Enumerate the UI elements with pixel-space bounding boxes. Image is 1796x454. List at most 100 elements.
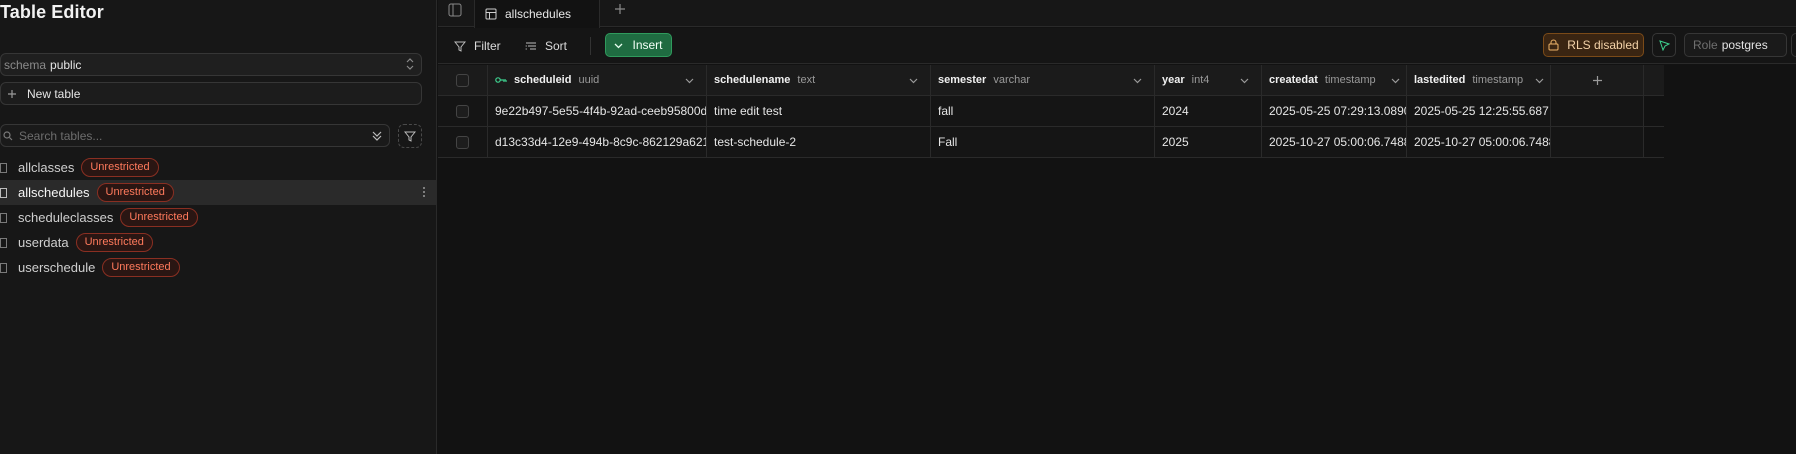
table-item-userschedule[interactable]: userschedule Unrestricted <box>0 255 436 280</box>
table-item-userdata[interactable]: userdata Unrestricted <box>0 230 436 255</box>
column-header-year[interactable]: year int4 <box>1155 65 1262 95</box>
sort-button[interactable]: Sort <box>525 36 567 56</box>
row-checkbox[interactable] <box>456 104 469 118</box>
table-name: allclasses <box>18 160 75 175</box>
unrestricted-badge: Unrestricted <box>81 158 159 177</box>
toolbar-divider <box>590 37 591 55</box>
filter-icon <box>404 131 416 142</box>
cell-createdat[interactable]: 2025-10-27 05:00:06.7488 <box>1262 127 1407 157</box>
role-select[interactable]: Role postgres <box>1684 33 1787 57</box>
table-grid-icon <box>485 8 497 20</box>
cursor-arrow-icon <box>1658 39 1670 51</box>
row-select-cell <box>438 127 488 157</box>
cell-semester[interactable]: Fall <box>931 127 1155 157</box>
column-name: year <box>1162 74 1185 86</box>
table-item-scheduleclasses[interactable]: scheduleclasses Unrestricted <box>0 205 436 230</box>
unrestricted-badge: Unrestricted <box>120 208 198 227</box>
table-row[interactable]: 9e22b497-5e55-4f4b-92ad-ceeb95800d2 time… <box>438 96 1664 127</box>
new-table-label: New table <box>27 86 81 101</box>
toolbar-overflow-button[interactable] <box>1791 33 1796 57</box>
select-all-checkbox[interactable] <box>456 73 469 87</box>
column-type: text <box>797 74 816 86</box>
chevron-down-icon[interactable] <box>685 76 694 85</box>
column-header-createdat[interactable]: createdat timestamp <box>1262 65 1407 95</box>
search-tables-input[interactable] <box>19 128 359 143</box>
grid-toolbar: Filter Sort Insert RLS disabled Role pos… <box>438 28 1796 64</box>
column-type: uuid <box>578 74 600 86</box>
chevron-up-down-icon <box>406 58 414 70</box>
sort-list-icon <box>525 42 536 50</box>
column-header-semester[interactable]: semester varchar <box>931 65 1155 95</box>
select-all-cell <box>438 65 488 95</box>
empty-cell <box>1551 127 1644 157</box>
table-item-allschedules[interactable]: allschedules Unrestricted <box>0 180 436 205</box>
cell-lastedited[interactable]: 2025-10-27 05:00:06.74885 <box>1407 127 1551 157</box>
table-list: allclasses Unrestricted allschedules Unr… <box>0 155 436 280</box>
add-column-icon <box>1592 75 1602 85</box>
add-tab-icon[interactable] <box>614 3 626 15</box>
tab-allschedules[interactable]: allschedules <box>474 0 600 28</box>
table-name: userschedule <box>18 260 96 275</box>
cell-schedulename[interactable]: test-schedule-2 <box>707 127 931 157</box>
cell-year[interactable]: 2025 <box>1155 127 1262 157</box>
row-checkbox[interactable] <box>456 135 469 149</box>
table-name: userdata <box>18 235 69 250</box>
chevrons-down-icon[interactable] <box>371 129 383 143</box>
column-name: scheduleid <box>514 74 572 86</box>
schema-value: public <box>50 57 82 72</box>
filter-tables-button[interactable] <box>398 124 422 148</box>
chevron-down-icon[interactable] <box>909 76 918 85</box>
main-panel: allschedules Filter Sort Insert RLS disa… <box>438 0 1796 454</box>
cell-schedulename[interactable]: time edit test <box>707 96 931 126</box>
new-table-button[interactable]: New table <box>0 82 422 105</box>
chevron-down-icon[interactable] <box>1391 76 1400 85</box>
filter-icon <box>454 41 466 52</box>
sidebar-title: Table Editor <box>0 2 104 22</box>
add-column-cell[interactable] <box>1551 65 1644 95</box>
table-icon <box>0 212 7 223</box>
table-item-allclasses[interactable]: allclasses Unrestricted <box>0 155 436 180</box>
cell-createdat[interactable]: 2025-05-25 07:29:13.0890 <box>1262 96 1407 126</box>
column-type: timestamp <box>1472 74 1524 86</box>
sidebar: Table Editor schema public New table Sea… <box>0 0 437 454</box>
cell-scheduleid[interactable]: 9e22b497-5e55-4f4b-92ad-ceeb95800d2 <box>488 96 707 126</box>
cell-scheduleid[interactable]: d13c33d4-12e9-494b-8c9c-862129a62137 <box>488 127 707 157</box>
table-editor-app: Table Editor schema public New table Sea… <box>0 0 1796 454</box>
column-header-schedulename[interactable]: schedulename text <box>707 65 931 95</box>
cell-year[interactable]: 2024 <box>1155 96 1262 126</box>
more-vertical-icon[interactable] <box>422 186 426 198</box>
cell-semester[interactable]: fall <box>931 96 1155 126</box>
schema-select[interactable]: schema public <box>0 53 422 76</box>
column-name: createdat <box>1269 74 1318 86</box>
data-grid: scheduleid uuid schedulename text semest… <box>438 65 1664 158</box>
column-type: int4 <box>1191 74 1210 86</box>
table-icon <box>0 262 7 273</box>
tab-bar: allschedules <box>438 0 1796 28</box>
unrestricted-badge: Unrestricted <box>96 183 174 202</box>
cell-lastedited[interactable]: 2025-05-25 12:25:55.687 <box>1407 96 1551 126</box>
chevron-down-icon <box>615 43 623 48</box>
unrestricted-badge: Unrestricted <box>102 258 180 277</box>
chevron-down-icon[interactable] <box>1535 76 1544 85</box>
rls-disabled-button[interactable]: RLS disabled <box>1543 33 1644 57</box>
table-name: scheduleclasses <box>18 210 114 225</box>
sort-label: Sort <box>545 39 568 53</box>
tab-label: allschedules <box>505 7 572 21</box>
column-header-lastedited[interactable]: lastedited timestamp <box>1407 65 1551 95</box>
column-type: varchar <box>993 74 1031 86</box>
table-row[interactable]: d13c33d4-12e9-494b-8c9c-862129a62137 tes… <box>438 127 1664 158</box>
insert-button[interactable]: Insert <box>605 33 672 57</box>
filter-button[interactable]: Filter <box>454 36 501 56</box>
schema-label: schema <box>4 57 47 72</box>
table-icon <box>0 162 7 173</box>
plus-icon <box>8 89 16 98</box>
sidebar-toggle-icon[interactable] <box>448 3 462 17</box>
column-header-scheduleid[interactable]: scheduleid uuid <box>488 65 707 95</box>
unrestricted-badge: Unrestricted <box>75 233 153 252</box>
table-name: allschedules <box>18 185 90 200</box>
column-type: timestamp <box>1324 74 1376 86</box>
chevron-down-icon[interactable] <box>1133 76 1142 85</box>
lock-icon <box>1548 39 1559 51</box>
chevron-down-icon[interactable] <box>1240 76 1249 85</box>
realtime-button[interactable] <box>1652 33 1676 57</box>
